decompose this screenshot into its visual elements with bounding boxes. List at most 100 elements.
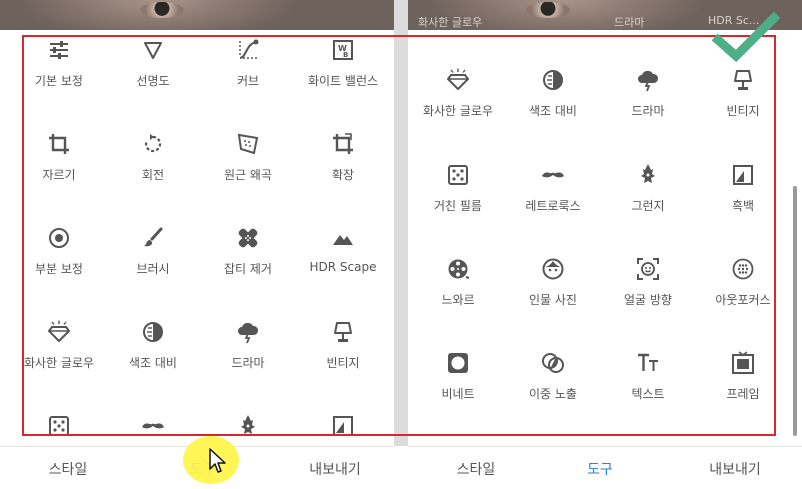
tool-frames[interactable]: 프레임	[693, 351, 793, 402]
tool-label: 화이트 밸런스	[307, 74, 379, 88]
dice-icon	[448, 165, 468, 185]
mountain-icon	[333, 235, 353, 245]
tonal-contrast-icon	[143, 322, 163, 342]
tab-styles[interactable]: 스타일	[411, 459, 541, 479]
lamp-icon	[734, 70, 752, 90]
diamond-icon	[447, 68, 469, 90]
tool-label: 프레임	[726, 387, 760, 401]
mouse-pointer-icon	[209, 448, 226, 473]
lamp-icon	[334, 322, 352, 342]
tab-styles[interactable]: 스타일	[3, 459, 133, 479]
tool-crop[interactable]: 자르기	[9, 132, 109, 183]
tool-vintage[interactable]: 빈티지	[293, 320, 393, 371]
mustache-icon	[142, 423, 164, 429]
tool-white-balance[interactable]: WB 화이트 밸런스	[293, 38, 393, 89]
text-icon	[638, 353, 658, 371]
crop-icon	[49, 134, 69, 154]
tool-vignette[interactable]: 비네트	[408, 351, 508, 402]
tool-double-exposure[interactable]: 이중 노출	[503, 351, 603, 402]
tool-label: 드라마	[231, 356, 265, 370]
tool-rotate[interactable]: 회전	[103, 132, 203, 183]
tool-glamour-glow[interactable]: 화사한 글로우	[9, 320, 109, 371]
tool-black-white[interactable]	[293, 414, 393, 438]
tool-label: 빈티지	[326, 356, 360, 370]
vignette-icon	[448, 353, 468, 373]
guitar-icon	[641, 164, 655, 183]
tool-curves[interactable]: 커브	[198, 38, 298, 89]
tool-healing[interactable]: 잡티 제거	[198, 226, 298, 277]
tool-label: 선명도	[136, 74, 170, 88]
tool-grainy-film[interactable]	[9, 414, 109, 438]
curve-icon	[239, 39, 259, 59]
tool-grunge[interactable]	[198, 414, 298, 438]
screen-divider	[394, 0, 408, 446]
tool-label: 원근 왜곡	[224, 168, 272, 182]
tool-label: 그런지	[631, 199, 665, 213]
tool-hdr-scape[interactable]: HDR Scape	[293, 226, 393, 274]
dice-icon	[49, 416, 69, 436]
tool-vintage[interactable]: 빈티지	[693, 68, 793, 119]
tool-grainy-film[interactable]: 거친 필름	[408, 163, 508, 214]
white-balance-icon: WB	[333, 40, 353, 60]
tool-drama[interactable]: 드라마	[598, 68, 698, 119]
tool-label: 화사한 글로우	[422, 104, 494, 118]
tool-noir[interactable]: 느와르	[408, 257, 508, 308]
tool-label: 커브	[236, 74, 260, 88]
tool-perspective[interactable]: 원근 왜곡	[198, 132, 298, 183]
tab-export[interactable]: 내보내기	[270, 459, 400, 479]
bw-icon	[333, 416, 353, 436]
bw-icon	[733, 165, 753, 185]
tool-label: 얼굴 방향	[624, 293, 672, 307]
tool-retrolux[interactable]: 레트로룩스	[503, 163, 603, 214]
tool-label: 화사한 글로우	[23, 356, 95, 370]
tool-text[interactable]: 텍스트	[598, 351, 698, 402]
tool-label: 확장	[331, 168, 355, 182]
tool-head-pose[interactable]: 얼굴 방향	[598, 257, 698, 308]
frame-icon	[732, 351, 754, 374]
mustache-icon	[542, 172, 564, 178]
cloud-icon	[238, 322, 259, 344]
tool-label: 기본 보정	[35, 74, 83, 88]
tool-glamour-glow[interactable]: 화사한 글로우	[408, 68, 508, 119]
face-focus-icon	[637, 258, 659, 280]
tool-label: 이중 노출	[529, 387, 577, 401]
tool-expand[interactable]: 확장	[293, 132, 393, 183]
tool-label: 비네트	[441, 387, 475, 401]
tool-label: 텍스트	[631, 387, 665, 401]
cloud-icon	[638, 70, 659, 92]
tool-details[interactable]: 선명도	[103, 38, 203, 89]
tool-selective[interactable]: 부분 보정	[9, 226, 109, 277]
scrollbar[interactable]	[793, 186, 797, 436]
tool-grunge[interactable]: 그런지	[598, 163, 698, 214]
tool-brush[interactable]: 브러시	[103, 226, 203, 277]
tool-label: 자르기	[42, 168, 76, 182]
tool-retrolux[interactable]	[103, 414, 203, 438]
tool-label: 잡티 제거	[224, 262, 272, 276]
tool-lens-blur[interactable]: 아웃포커스	[693, 257, 793, 308]
photo-eye	[140, 2, 184, 18]
photo-eye	[526, 2, 570, 18]
tonal-contrast-icon	[543, 70, 563, 90]
tool-label: 아웃포커스	[715, 293, 771, 307]
checkmark-icon	[712, 12, 780, 63]
sliders-icon	[50, 41, 68, 59]
selective-icon	[49, 228, 69, 248]
tool-tonal-contrast[interactable]: 색조 대비	[503, 68, 603, 119]
tab-export[interactable]: 내보내기	[670, 459, 800, 479]
tool-drama[interactable]: 드라마	[198, 320, 298, 371]
diamond-icon	[48, 320, 70, 342]
guitar-icon	[241, 415, 255, 434]
tool-label: 느와르	[441, 293, 475, 307]
tool-portrait[interactable]: 인물 사진	[503, 257, 603, 308]
rotate-icon	[144, 134, 162, 153]
lens-blur-icon	[732, 258, 754, 280]
tool-label: 빈티지	[726, 104, 760, 118]
tool-tune-image[interactable]: 기본 보정	[9, 38, 109, 89]
film-reel-icon	[448, 259, 470, 279]
tool-label: 거친 필름	[434, 199, 482, 213]
tool-tonal-contrast[interactable]: 색조 대비	[103, 320, 203, 371]
tool-label: HDR Scape	[309, 260, 377, 274]
photo-preview-strip	[0, 0, 394, 30]
tab-tools[interactable]: 도구	[535, 459, 665, 479]
tool-black-white[interactable]: 흑백	[693, 163, 793, 214]
